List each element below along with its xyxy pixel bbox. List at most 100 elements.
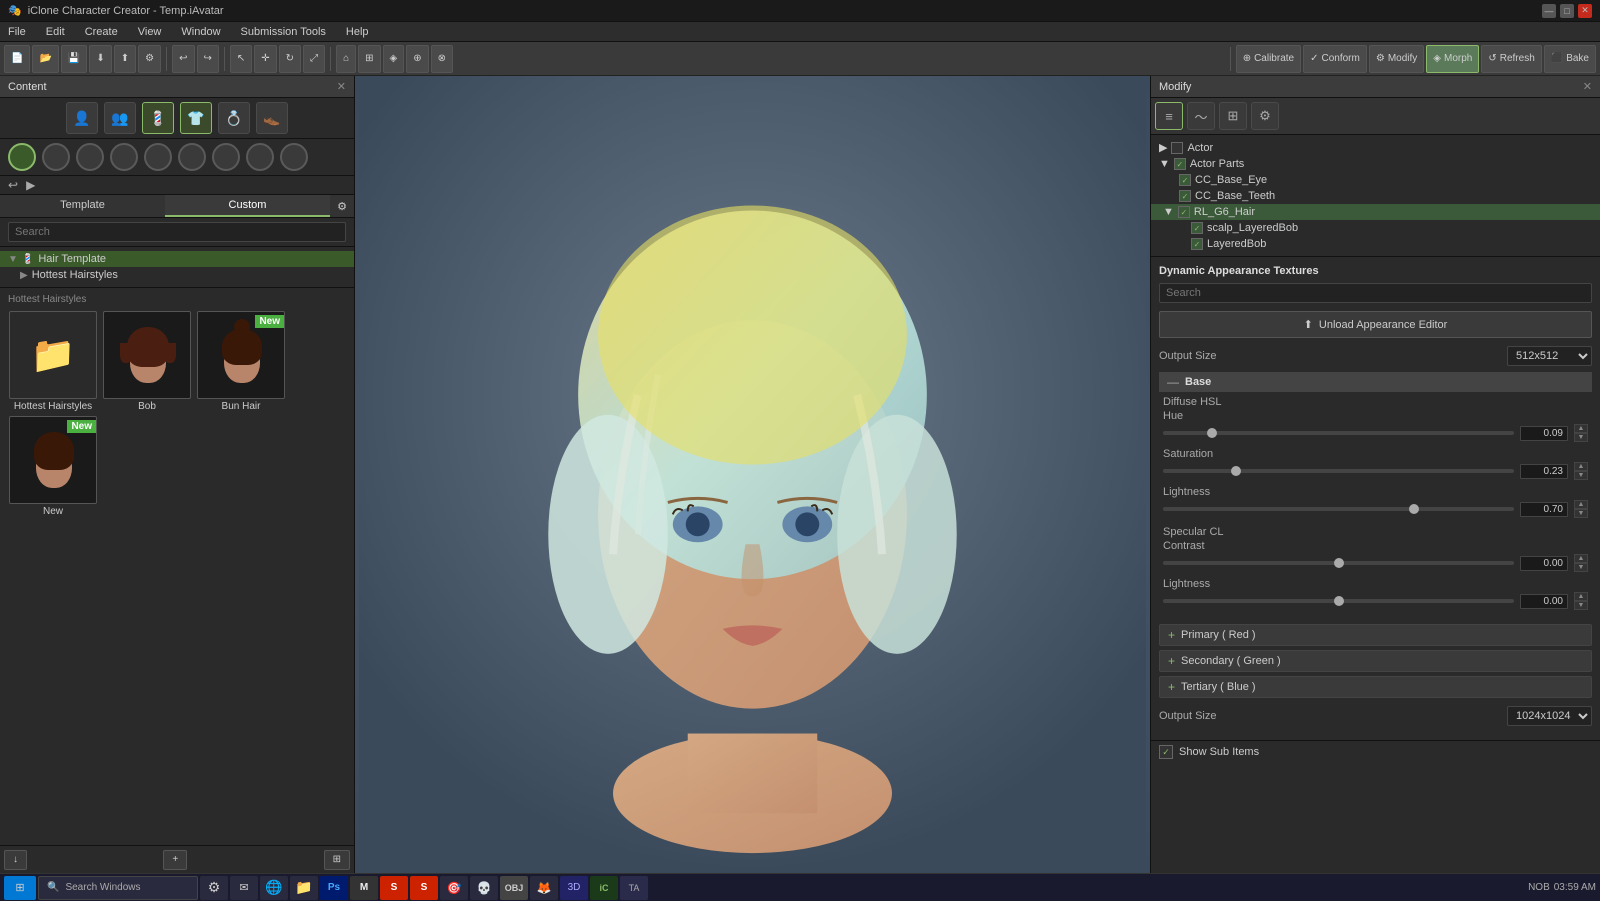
- menu-edit[interactable]: Edit: [42, 26, 69, 38]
- lightness2-value-input[interactable]: [1520, 594, 1568, 609]
- circle-btn-2[interactable]: [42, 143, 70, 171]
- import-button[interactable]: ⬇: [89, 45, 111, 73]
- properties-search-input[interactable]: [1159, 283, 1592, 303]
- taskbar-app-s2[interactable]: S: [410, 876, 438, 900]
- bottom-output-select[interactable]: 1024x1024 512x512 2048x2048: [1507, 706, 1592, 726]
- circle-btn-5[interactable]: [144, 143, 172, 171]
- scale-tool-button[interactable]: ⤢: [303, 45, 325, 73]
- taskbar-app-ps[interactable]: Ps: [320, 876, 348, 900]
- menu-window[interactable]: Window: [177, 26, 224, 38]
- tab-template[interactable]: Template: [0, 195, 165, 217]
- menu-help[interactable]: Help: [342, 26, 373, 38]
- taskbar-app-browser[interactable]: 🌐: [260, 876, 288, 900]
- tab-settings-btn[interactable]: ⚙: [330, 195, 354, 217]
- hue-down-btn[interactable]: ▼: [1574, 433, 1588, 442]
- hue-slider[interactable]: [1163, 431, 1514, 435]
- redo-button[interactable]: ↪: [197, 45, 219, 73]
- taskbar-app-explorer[interactable]: 📁: [290, 876, 318, 900]
- rt-settings-btn[interactable]: ⚙: [1251, 102, 1279, 130]
- actor-item-layered[interactable]: ✓ LayeredBob: [1151, 236, 1600, 252]
- rt-grid-btn[interactable]: ⊞: [1219, 102, 1247, 130]
- circle-btn-7[interactable]: [212, 143, 240, 171]
- taskbar-app-mail[interactable]: ✉: [230, 876, 258, 900]
- taskbar-app-firefox[interactable]: 🦊: [530, 876, 558, 900]
- actor-checkbox-layered[interactable]: ✓: [1191, 238, 1203, 250]
- hue-up-btn[interactable]: ▲: [1574, 424, 1588, 433]
- rt-wave-btn[interactable]: 〜: [1187, 102, 1215, 130]
- taskbar-app-g1[interactable]: 🎯: [440, 876, 468, 900]
- contrast-up-btn[interactable]: ▲: [1574, 554, 1588, 563]
- taskbar-app-s[interactable]: S: [380, 876, 408, 900]
- settings-button[interactable]: ⚙: [138, 45, 161, 73]
- maximize-button[interactable]: □: [1560, 4, 1574, 18]
- camera-button[interactable]: ◈: [383, 45, 405, 73]
- sat-down-btn[interactable]: ▼: [1574, 471, 1588, 480]
- light-down-btn[interactable]: ▼: [1574, 509, 1588, 518]
- contrast-slider[interactable]: [1163, 561, 1514, 565]
- bottom-view-button[interactable]: ⊞: [324, 850, 350, 870]
- right-panel-close-icon[interactable]: ✕: [1583, 80, 1592, 93]
- actor-item-eye[interactable]: ✓ CC_Base_Eye: [1151, 172, 1600, 188]
- tab-custom[interactable]: Custom: [165, 195, 330, 217]
- morph-button[interactable]: ◈ Morph: [1426, 45, 1479, 73]
- lightness-value-input[interactable]: [1520, 502, 1568, 517]
- actor-item-teeth[interactable]: ✓ CC_Base_Teeth: [1151, 188, 1600, 204]
- secondary-header[interactable]: + Secondary ( Green ): [1160, 651, 1591, 671]
- actor-checkbox-scalp[interactable]: ✓: [1191, 222, 1203, 234]
- tree-item-hottest[interactable]: ▶ Hottest Hairstyles: [0, 267, 354, 283]
- close-button[interactable]: ✕: [1578, 4, 1592, 18]
- content-item-new3[interactable]: New New: [8, 416, 98, 517]
- actor-item-parts[interactable]: ▼ ✓ Actor Parts: [1151, 156, 1600, 172]
- taskbar-app-m[interactable]: M: [350, 876, 378, 900]
- saturation-slider[interactable]: [1163, 469, 1514, 473]
- circle-btn-6[interactable]: [178, 143, 206, 171]
- base-section-header[interactable]: — Base: [1159, 372, 1592, 392]
- actor-checkbox-actor[interactable]: [1171, 142, 1183, 154]
- unload-btn[interactable]: ⬆ Unload Appearance Editor: [1159, 311, 1592, 338]
- content-item-folder[interactable]: 📁 Hottest Hairstyles: [8, 311, 98, 412]
- home-view-button[interactable]: ⌂: [336, 45, 356, 73]
- rt-adjust-btn[interactable]: ≡: [1155, 102, 1183, 130]
- hair-icon-btn active[interactable]: 💈: [142, 102, 174, 134]
- light2-up-btn[interactable]: ▲: [1574, 592, 1588, 601]
- refresh-button[interactable]: ↺ Refresh: [1481, 45, 1541, 73]
- new-file-button[interactable]: 📄: [4, 45, 30, 73]
- contrast-down-btn[interactable]: ▼: [1574, 563, 1588, 572]
- save-file-button[interactable]: 💾: [61, 45, 87, 73]
- actor-item-scalp[interactable]: ✓ scalp_LayeredBob: [1151, 220, 1600, 236]
- taskbar-app-iclone[interactable]: iC: [590, 876, 618, 900]
- content-item-bun[interactable]: New Bun Hair: [196, 311, 286, 412]
- menu-view[interactable]: View: [134, 26, 166, 38]
- calibrate-button[interactable]: ⊕ Calibrate: [1236, 45, 1301, 73]
- lightness-slider[interactable]: [1163, 507, 1514, 511]
- circle-btn-4[interactable]: [110, 143, 138, 171]
- actor-item-actor[interactable]: ▶ Actor: [1151, 139, 1600, 156]
- frame-all-button[interactable]: ⊞: [358, 45, 380, 73]
- bake-button[interactable]: ⬛ Bake: [1544, 45, 1596, 73]
- bottom-add-button[interactable]: +: [163, 850, 187, 870]
- actor-checkbox-parts[interactable]: ✓: [1174, 158, 1186, 170]
- content-item-bob[interactable]: Bob: [102, 311, 192, 412]
- shoes-icon-btn[interactable]: 👞: [256, 102, 288, 134]
- conform-button[interactable]: ✓ Conform: [1303, 45, 1367, 73]
- primary-header[interactable]: + Primary ( Red ): [1160, 625, 1591, 645]
- light-up-btn[interactable]: ▲: [1574, 500, 1588, 509]
- lightness2-slider[interactable]: [1163, 599, 1514, 603]
- hue-value-input[interactable]: [1520, 426, 1568, 441]
- circle-btn-1[interactable]: [8, 143, 36, 171]
- clothes-icon-btn[interactable]: 👕: [180, 102, 212, 134]
- light2-down-btn[interactable]: ▼: [1574, 601, 1588, 610]
- bottom-down-button[interactable]: ↓: [4, 850, 27, 870]
- saturation-value-input[interactable]: [1520, 464, 1568, 479]
- actor-checkbox-eye[interactable]: ✓: [1179, 174, 1191, 186]
- output-size-select[interactable]: 512x512 256x256 1024x1024 2048x2048: [1507, 346, 1592, 366]
- taskbar-app-3dcoat[interactable]: 3D: [560, 876, 588, 900]
- search-input[interactable]: [8, 222, 346, 242]
- rotate-tool-button[interactable]: ↻: [279, 45, 301, 73]
- show-sub-checkbox[interactable]: ✓: [1159, 745, 1173, 759]
- start-button[interactable]: ⊞: [4, 876, 36, 900]
- export-button[interactable]: ⬆: [114, 45, 136, 73]
- nav-forward-icon[interactable]: ▶: [26, 178, 35, 192]
- circle-btn-3[interactable]: [76, 143, 104, 171]
- wireframe-button[interactable]: ⊕: [406, 45, 428, 73]
